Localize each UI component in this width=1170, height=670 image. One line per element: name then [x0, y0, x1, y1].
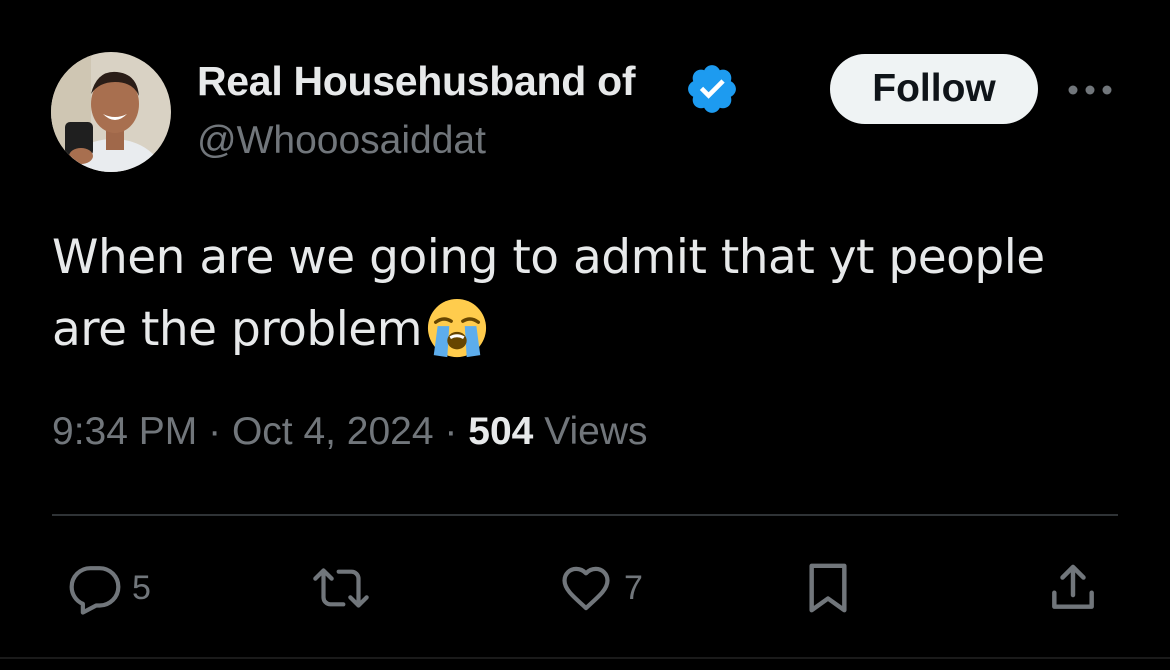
- like-count: 7: [624, 568, 643, 607]
- views-count: 504: [468, 410, 534, 453]
- verified-badge-icon: [688, 65, 736, 113]
- more-options-icon[interactable]: [1064, 70, 1116, 110]
- repost-button[interactable]: [306, 560, 376, 616]
- meta-separator: ·: [444, 410, 458, 453]
- tweet-meta: 9:34 PM · Oct 4, 2024 · 504 Views: [52, 410, 648, 454]
- tweet-line-1: When are we going to admit that yt peopl…: [52, 230, 1045, 285]
- avatar[interactable]: [51, 52, 171, 172]
- tweet-line-2: are the problem: [52, 294, 1132, 366]
- reply-button[interactable]: 5: [66, 560, 151, 616]
- divider: [52, 514, 1118, 516]
- share-icon: [1052, 564, 1094, 609]
- reply-icon: [69, 566, 121, 615]
- meta-separator: ·: [208, 410, 222, 453]
- tweet-date[interactable]: Oct 4, 2024: [232, 410, 434, 453]
- heart-icon: [562, 566, 610, 611]
- tweet-text: When are we going to admit that yt peopl…: [52, 222, 1132, 366]
- author-display-name[interactable]: Real Househusband of: [197, 58, 636, 105]
- views-label: Views: [544, 410, 648, 453]
- reply-count: 5: [132, 568, 151, 607]
- follow-button[interactable]: Follow: [830, 54, 1038, 124]
- repost-icon: [313, 568, 369, 608]
- tweet-time[interactable]: 9:34 PM: [52, 410, 197, 453]
- loudly-crying-face-icon: [427, 298, 487, 358]
- avatar-photo: [51, 52, 171, 172]
- like-button[interactable]: 7: [556, 560, 643, 616]
- share-button[interactable]: [1044, 560, 1102, 616]
- author-handle[interactable]: @Whooosaiddat: [197, 119, 486, 163]
- bottom-divider: [0, 657, 1170, 659]
- bookmark-button[interactable]: [800, 560, 856, 616]
- bookmark-icon: [809, 563, 847, 613]
- tweet-line-2-text: are the problem: [52, 302, 423, 357]
